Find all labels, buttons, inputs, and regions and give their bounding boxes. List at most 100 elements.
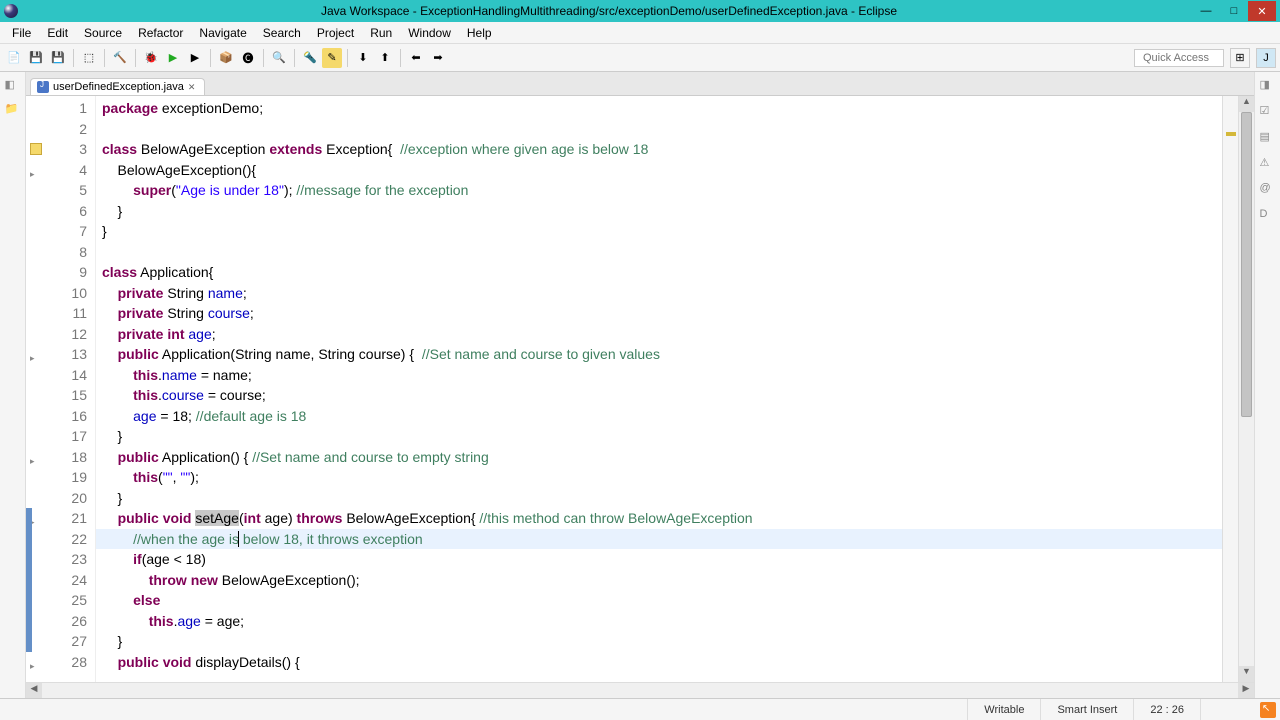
scrollbar-thumb[interactable] xyxy=(1241,112,1252,417)
eclipse-icon xyxy=(4,4,18,18)
restore-right-icon[interactable]: ◨ xyxy=(1260,78,1276,94)
status-insert-mode: Smart Insert xyxy=(1040,699,1133,720)
rss-icon[interactable] xyxy=(1260,702,1276,718)
menu-run[interactable]: Run xyxy=(362,24,400,42)
menu-bar: FileEditSourceRefactorNavigateSearchProj… xyxy=(0,22,1280,44)
debug-button[interactable]: 🐞 xyxy=(141,48,161,68)
code-line-26[interactable]: this.age = age; xyxy=(96,611,1222,632)
menu-help[interactable]: Help xyxy=(459,24,500,42)
save-all-button[interactable]: 💾 xyxy=(48,48,68,68)
outline-icon[interactable]: ▤ xyxy=(1260,130,1276,146)
run-button[interactable]: ▶ xyxy=(163,48,183,68)
scroll-down-icon[interactable]: ▼ xyxy=(1239,666,1254,682)
menu-search[interactable]: Search xyxy=(255,24,309,42)
javadoc-icon[interactable]: @ xyxy=(1260,182,1276,198)
horizontal-scrollbar[interactable]: ◀ ▶ xyxy=(26,682,1254,698)
tab-userdefinedexception[interactable]: userDefinedException.java ✕ xyxy=(30,78,205,95)
toggle-mark-button[interactable]: ✎ xyxy=(322,48,342,68)
code-line-15[interactable]: this.course = course; xyxy=(96,385,1222,406)
code-line-10[interactable]: private String name; xyxy=(96,283,1222,304)
code-editor[interactable]: 1234567891011121314151617181920212223242… xyxy=(26,96,1254,682)
status-writable: Writable xyxy=(967,699,1040,720)
new-button[interactable]: 📄 xyxy=(4,48,24,68)
code-line-7[interactable]: } xyxy=(96,221,1222,242)
status-bar: Writable Smart Insert 22 : 26 xyxy=(0,698,1280,720)
code-line-1[interactable]: package exceptionDemo; xyxy=(96,98,1222,119)
code-line-2[interactable] xyxy=(96,119,1222,140)
java-perspective-button[interactable]: J xyxy=(1256,48,1276,68)
menu-refactor[interactable]: Refactor xyxy=(130,24,191,42)
coverage-button[interactable]: ▶ xyxy=(185,48,205,68)
right-trim: ◨ ☑ ▤ ⚠ @ D xyxy=(1254,72,1280,698)
code-line-24[interactable]: throw new BelowAgeException(); xyxy=(96,570,1222,591)
code-line-21[interactable]: public void setAge(int age) throws Below… xyxy=(96,508,1222,529)
code-line-6[interactable]: } xyxy=(96,201,1222,222)
toggle-breadcrumb-button[interactable]: ⬚ xyxy=(79,48,99,68)
editor-tabs: userDefinedException.java ✕ xyxy=(26,72,1254,96)
open-type-button[interactable]: 🔍 xyxy=(269,48,289,68)
code-line-23[interactable]: if(age < 18) xyxy=(96,549,1222,570)
java-file-icon xyxy=(37,81,49,93)
scroll-left-icon[interactable]: ◀ xyxy=(26,683,42,698)
overview-ruler[interactable] xyxy=(1222,96,1238,682)
maximize-button[interactable]: □ xyxy=(1220,1,1248,21)
title-bar: Java Workspace - ExceptionHandlingMultit… xyxy=(0,0,1280,22)
code-line-25[interactable]: else xyxy=(96,590,1222,611)
restore-view-icon[interactable]: ◧ xyxy=(5,78,21,94)
package-explorer-icon[interactable]: 📁 xyxy=(5,102,21,118)
menu-file[interactable]: File xyxy=(4,24,39,42)
line-number-ruler: 1234567891011121314151617181920212223242… xyxy=(26,96,96,682)
menu-edit[interactable]: Edit xyxy=(39,24,76,42)
new-class-button[interactable]: 🅒 xyxy=(238,48,258,68)
code-line-14[interactable]: this.name = name; xyxy=(96,365,1222,386)
code-line-18[interactable]: public Application() { //Set name and co… xyxy=(96,447,1222,468)
code-content[interactable]: package exceptionDemo; class BelowAgeExce… xyxy=(96,96,1222,682)
vertical-scrollbar[interactable]: ▲ ▼ xyxy=(1238,96,1254,682)
code-line-5[interactable]: super("Age is under 18"); //message for … xyxy=(96,180,1222,201)
code-line-22[interactable]: //when the age is below 18, it throws ex… xyxy=(96,529,1222,550)
menu-navigate[interactable]: Navigate xyxy=(191,24,254,42)
code-line-3[interactable]: class BelowAgeException extends Exceptio… xyxy=(96,139,1222,160)
close-button[interactable]: ✕ xyxy=(1248,1,1276,21)
code-line-4[interactable]: BelowAgeException(){ xyxy=(96,160,1222,181)
code-line-16[interactable]: age = 18; //default age is 18 xyxy=(96,406,1222,427)
code-line-28[interactable]: public void displayDetails() { xyxy=(96,652,1222,673)
code-line-20[interactable]: } xyxy=(96,488,1222,509)
left-trim: ◧ 📁 xyxy=(0,72,26,698)
main-area: ◧ 📁 userDefinedException.java ✕ 12345678… xyxy=(0,72,1280,698)
code-line-19[interactable]: this("", ""); xyxy=(96,467,1222,488)
prev-annotation-button[interactable]: ⬆ xyxy=(375,48,395,68)
build-button[interactable]: 🔨 xyxy=(110,48,130,68)
code-line-11[interactable]: private String course; xyxy=(96,303,1222,324)
tab-label: userDefinedException.java xyxy=(53,81,184,93)
close-tab-icon[interactable]: ✕ xyxy=(188,82,198,92)
code-line-17[interactable]: } xyxy=(96,426,1222,447)
editor-area: userDefinedException.java ✕ 123456789101… xyxy=(26,72,1254,698)
declaration-icon[interactable]: D xyxy=(1260,208,1276,224)
window-title: Java Workspace - ExceptionHandlingMultit… xyxy=(26,4,1192,18)
code-line-27[interactable]: } xyxy=(96,631,1222,652)
quick-access-input[interactable] xyxy=(1134,49,1224,67)
back-button[interactable]: ⬅ xyxy=(406,48,426,68)
scroll-right-icon[interactable]: ▶ xyxy=(1238,683,1254,698)
menu-project[interactable]: Project xyxy=(309,24,362,42)
status-cursor-position: 22 : 26 xyxy=(1133,699,1200,720)
next-annotation-button[interactable]: ⬇ xyxy=(353,48,373,68)
menu-window[interactable]: Window xyxy=(400,24,459,42)
task-list-icon[interactable]: ☑ xyxy=(1260,104,1276,120)
new-package-button[interactable]: 📦 xyxy=(216,48,236,68)
code-line-12[interactable]: private int age; xyxy=(96,324,1222,345)
save-button[interactable]: 💾 xyxy=(26,48,46,68)
code-line-8[interactable] xyxy=(96,242,1222,263)
search-button[interactable]: 🔦 xyxy=(300,48,320,68)
main-toolbar: 📄 💾 💾 ⬚ 🔨 🐞 ▶ ▶ 📦 🅒 🔍 🔦 ✎ ⬇ ⬆ ⬅ ➡ ⊞ J xyxy=(0,44,1280,72)
scroll-up-icon[interactable]: ▲ xyxy=(1239,96,1254,112)
window-controls: — □ ✕ xyxy=(1192,1,1276,21)
code-line-9[interactable]: class Application{ xyxy=(96,262,1222,283)
open-perspective-button[interactable]: ⊞ xyxy=(1230,48,1250,68)
forward-button[interactable]: ➡ xyxy=(428,48,448,68)
problems-icon[interactable]: ⚠ xyxy=(1260,156,1276,172)
minimize-button[interactable]: — xyxy=(1192,1,1220,21)
code-line-13[interactable]: public Application(String name, String c… xyxy=(96,344,1222,365)
menu-source[interactable]: Source xyxy=(76,24,130,42)
